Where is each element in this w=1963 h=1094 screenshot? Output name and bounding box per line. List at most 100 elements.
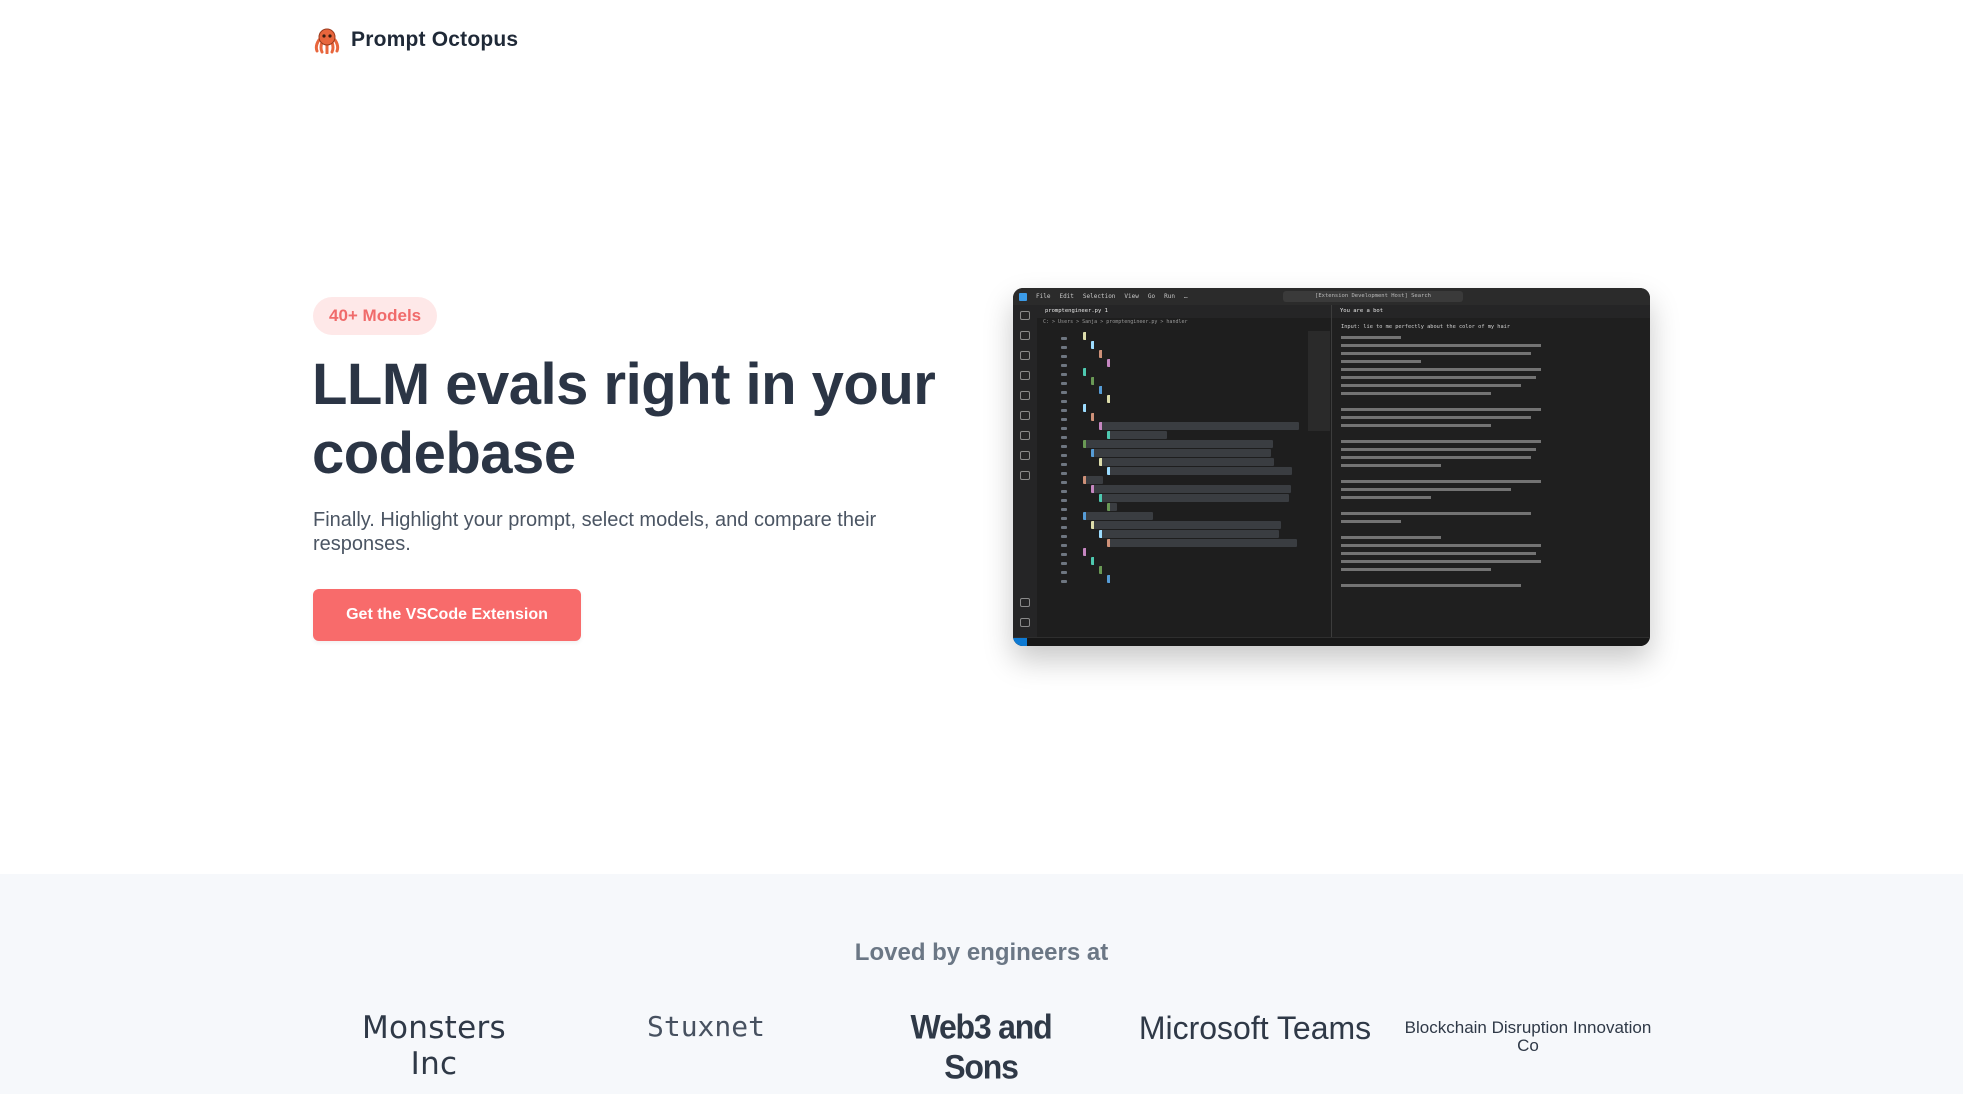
code-line: [1083, 404, 1133, 412]
panel-text-line: [1341, 424, 1491, 427]
line-number: [1061, 508, 1067, 511]
models-badge: 40+ Models: [313, 297, 438, 335]
code-line: [1107, 395, 1147, 403]
line-number: [1061, 526, 1067, 529]
extensions-icon: [1020, 411, 1030, 420]
panel-text-line: [1341, 496, 1431, 499]
code-line: [1107, 539, 1297, 547]
hero-subtitle: Finally. Highlight your prompt, select m…: [313, 509, 877, 555]
screenshot-line-numbers: [1037, 331, 1075, 637]
code-line: [1099, 350, 1219, 358]
logo-blockchain-disruption: Blockchain Disruption Innovation Co: [1404, 1018, 1652, 1055]
panel-text-line: [1341, 504, 1361, 507]
screenshot-menu-view: View: [1124, 293, 1139, 300]
line-number: [1061, 481, 1067, 484]
panel-text-line: [1341, 520, 1401, 523]
remote-icon: [1020, 391, 1030, 400]
screenshot-activity-bar: [1013, 305, 1037, 637]
line-number: [1061, 373, 1067, 376]
code-line: [1099, 530, 1279, 538]
panel-text-line: [1341, 544, 1541, 547]
code-line: [1107, 431, 1167, 439]
code-line: [1091, 413, 1261, 421]
line-number: [1061, 571, 1067, 574]
panel-text-line: [1341, 384, 1521, 387]
logo-monsters-inc: Monsters Inc: [361, 1010, 507, 1082]
panel-text-line: [1341, 344, 1541, 347]
code-line: [1083, 332, 1153, 340]
panel-text-line: [1341, 416, 1531, 419]
logo-stuxnet: Stuxnet: [646, 1010, 765, 1043]
brand-name: Prompt Octopus: [351, 28, 519, 51]
line-number: [1061, 418, 1067, 421]
screenshot-menu-go: Go: [1147, 293, 1156, 300]
panel-text-line: [1341, 568, 1491, 571]
screenshot-output-panel: You are a bot Input: lie to me perfectly…: [1332, 305, 1650, 637]
code-line: [1083, 368, 1143, 376]
line-number: [1061, 427, 1067, 430]
screenshot-menu-more: …: [1183, 293, 1188, 300]
panel-text-line: [1341, 368, 1541, 371]
vscode-icon: [1019, 292, 1027, 301]
panel-text-line: [1341, 488, 1511, 491]
account-icon: [1020, 598, 1030, 607]
code-line: [1099, 494, 1289, 502]
line-number: [1061, 337, 1067, 340]
line-number: [1061, 445, 1067, 448]
code-line: [1107, 503, 1117, 511]
panel-text-line: [1341, 560, 1541, 563]
screenshot-breadcrumb: C: > Users > Sanja > promptengineer.py >…: [1043, 319, 1188, 325]
screenshot-menu-edit: Edit: [1059, 293, 1074, 300]
panel-text-line: [1341, 464, 1441, 467]
code-line: [1091, 557, 1211, 565]
line-number: [1061, 517, 1067, 520]
line-number: [1061, 463, 1067, 466]
line-number: [1061, 499, 1067, 502]
search-icon: [1020, 331, 1030, 340]
panel-text-line: [1341, 376, 1536, 379]
screenshot-statusbar: [1013, 637, 1650, 646]
screenshot-menu-selection: Selection: [1082, 293, 1116, 300]
screenshot-menu-run: Run: [1164, 293, 1175, 300]
get-extension-button[interactable]: Get the VSCode Extension: [313, 589, 581, 641]
screenshot-panel-text: Input: lie to me perfectly about the col…: [1332, 318, 1650, 587]
code-line: [1091, 521, 1281, 529]
code-line: [1091, 341, 1231, 349]
testing-icon: [1020, 431, 1030, 440]
code-line: [1107, 467, 1292, 475]
code-line: [1099, 386, 1194, 394]
vscode-screenshot: File Edit Selection View Go Run … [Exten…: [1013, 288, 1650, 646]
code-line: [1099, 458, 1274, 466]
octopus-icon: [314, 28, 340, 54]
logo-microsoft-teams: Microsoft Teams: [1138, 1010, 1372, 1046]
panel-text-line: [1341, 512, 1531, 515]
line-number: [1061, 544, 1067, 547]
line-number: [1061, 553, 1067, 556]
files-icon: [1020, 311, 1030, 320]
line-number: [1061, 472, 1067, 475]
screenshot-search: [Extension Development Host] Search: [1283, 291, 1463, 302]
docker-icon: [1020, 451, 1030, 460]
brand[interactable]: Prompt Octopus: [313, 26, 518, 54]
hero-title: LLM evals right in your codebase: [312, 352, 936, 486]
screenshot-panel-heading: Input: lie to me perfectly about the col…: [1341, 324, 1511, 330]
code-line: [1083, 548, 1113, 556]
code-line: [1091, 449, 1271, 457]
panel-text-line: [1341, 360, 1421, 363]
panel-text-line: [1341, 480, 1541, 483]
line-number: [1061, 580, 1067, 583]
panel-text-line: [1341, 528, 1361, 531]
panel-text-line: [1341, 408, 1541, 411]
code-line: [1083, 440, 1273, 448]
logo-web3-and-sons: Web3 and Sons: [910, 1007, 1053, 1086]
panel-text-line: [1341, 552, 1536, 555]
remote-indicator: [1013, 638, 1027, 646]
panel-text-line: [1341, 584, 1521, 587]
panel-text-line: [1341, 440, 1541, 443]
code-line: [1091, 377, 1201, 385]
line-number: [1061, 400, 1067, 403]
line-number: [1061, 454, 1067, 457]
screenshot-code: [1075, 331, 1307, 637]
panel-text-line: [1341, 400, 1361, 403]
screenshot-menu-file: File: [1036, 293, 1051, 300]
